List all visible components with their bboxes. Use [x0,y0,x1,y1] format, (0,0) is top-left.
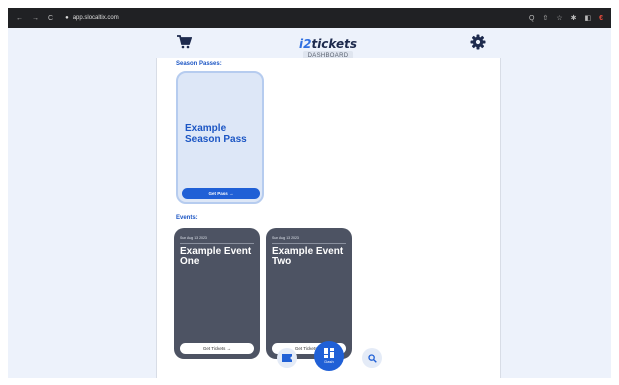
browser-toolbar: ← → C ● app.slocaltix.com Q ⇧ ☆ ✱ ◧ € [8,8,611,28]
gear-icon[interactable] [470,34,486,50]
dashboard-icon [324,348,334,358]
search-icon [367,353,377,363]
events-heading: Events: [176,215,198,221]
season-passes-heading: Season Passes: [176,61,222,67]
reload-icon[interactable]: C [48,15,53,22]
ticket-icon [282,354,292,362]
sidepanel-icon[interactable]: ◧ [584,14,591,22]
event-divider [180,243,254,244]
back-icon[interactable]: ← [16,15,23,22]
extension-red-icon[interactable]: € [599,15,603,22]
share-icon[interactable]: ⇧ [542,14,548,22]
event-date: Sun Aug 13 2023 [180,236,207,240]
nav-dashboard-button[interactable]: Dash [314,341,344,371]
get-tickets-button[interactable]: Get Tickets → [180,343,254,354]
event-divider [272,243,346,244]
lock-icon: ● [65,15,69,21]
event-card[interactable]: Sun Aug 13 2023 Example Event Two Get Ti… [266,228,352,359]
nav-tickets-button[interactable] [277,348,297,368]
cart-icon[interactable] [176,35,192,49]
url-text: app.slocaltix.com [72,15,119,21]
address-bar[interactable]: ● app.slocaltix.com [65,15,119,21]
event-title: Example Event Two [272,246,344,267]
browser-actions: Q ⇧ ☆ ✱ ◧ € [529,14,603,23]
nav-search-button[interactable] [362,348,382,368]
bookmark-icon[interactable]: ☆ [556,14,562,22]
get-pass-button[interactable]: Get Pass → [182,188,260,199]
brand-logo[interactable]: i2tickets [298,37,358,51]
app-header: i2tickets DASHBOARD [8,28,611,62]
browser-nav: ← → C [16,15,53,22]
event-date: Sun Aug 13 2023 [272,236,299,240]
event-title: Example Event One [180,246,252,267]
forward-icon[interactable]: → [32,15,39,22]
season-pass-title: Example Season Pass [185,123,247,145]
zoom-icon[interactable]: Q [529,15,534,22]
extensions-icon[interactable]: ✱ [571,14,577,22]
dashboard-panel: Season Passes: Example Season Pass Get P… [156,58,501,378]
season-pass-card[interactable]: Example Season Pass Get Pass → [176,71,264,204]
app-viewport: i2tickets DASHBOARD Season Passes: Examp… [8,28,611,378]
nav-dashboard-label: Dash [324,359,334,364]
event-card[interactable]: Sun Aug 13 2023 Example Event One Get Ti… [174,228,260,359]
